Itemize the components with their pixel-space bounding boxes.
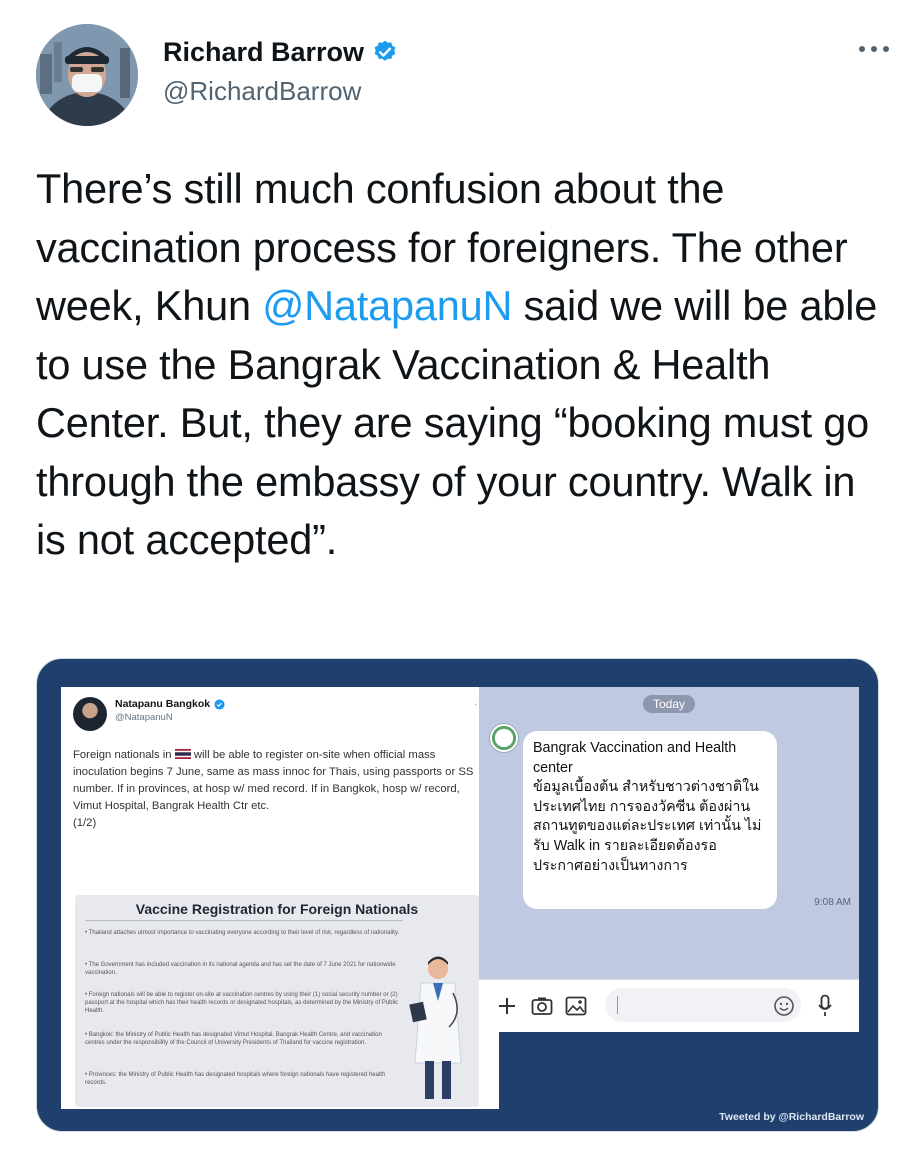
plus-icon[interactable]	[497, 996, 517, 1016]
infographic: Vaccine Registration for Foreign Nationa…	[75, 895, 479, 1107]
bubble-sender: Bangrak Vaccination and Health center	[533, 740, 737, 776]
image-icon[interactable]	[565, 996, 587, 1016]
embedded-handle: @NatapanuN	[115, 712, 173, 723]
more-horizontal-icon[interactable]	[852, 34, 896, 64]
infographic-bullet-5: • Provinces: the Ministry of Public Heal…	[85, 1072, 386, 1086]
infographic-bullet-3: • Foreign nationals will be able to regi…	[85, 992, 399, 1014]
chat-screenshot: Today Bangrak Vaccination and Health cen…	[479, 687, 859, 979]
infographic-bullet-1: • Thailand attaches utmost importance to…	[85, 930, 400, 936]
message-time: 9:08 AM	[814, 897, 851, 908]
embedded-name-row: Natapanu Bangkok	[115, 698, 225, 710]
infographic-bullet-4: • Bangkok: the Ministry of Public Health…	[85, 1032, 382, 1046]
thai-flag-icon	[174, 749, 191, 759]
mention-link[interactable]: @NatapanuN	[262, 282, 512, 329]
embedded-text-a: Foreign nationals in	[73, 749, 172, 761]
tweet-media-image[interactable]: Natapanu Bangkok @NatapanuN ··· Foreign …	[36, 658, 879, 1132]
verified-badge-icon	[374, 40, 396, 61]
embedded-avatar	[73, 697, 107, 731]
author-avatar[interactable]	[36, 24, 138, 126]
bubble-thai-message: ข้อมูลเบื้องต้น สำหรับชาวต่างชาติในประเท…	[533, 779, 762, 874]
tweet-text: There’s still much confusion about the v…	[36, 160, 896, 570]
author-names: Richard Barrow @RichardBarrow	[163, 36, 398, 107]
doctor-illustration-icon	[409, 956, 462, 1099]
camera-icon[interactable]	[531, 996, 553, 1016]
message-input[interactable]	[605, 988, 801, 1022]
chat-input-bar	[479, 979, 859, 1032]
date-pill: Today	[642, 695, 696, 713]
tweet-header: Richard Barrow @RichardBarrow	[36, 22, 896, 132]
embedded-page-indicator: (1/2)	[73, 817, 97, 829]
infographic-bullet-2: • The Government has included vaccinatio…	[85, 962, 396, 976]
embedded-tweet-screenshot: Natapanu Bangkok @NatapanuN ··· Foreign …	[61, 687, 499, 1109]
embedded-tweet-body: Foreign nationals in will be able to reg…	[73, 747, 485, 832]
text-cursor	[617, 996, 618, 1014]
author-display-name[interactable]: Richard Barrow	[163, 36, 364, 68]
emoji-icon[interactable]	[773, 995, 795, 1017]
user-avatar-icon	[36, 24, 138, 126]
infographic-title: Vaccine Registration for Foreign Nationa…	[135, 901, 419, 917]
sender-avatar	[489, 723, 519, 753]
author-handle[interactable]: @RichardBarrow	[163, 76, 398, 107]
embedded-verified-icon	[214, 698, 225, 710]
infographic-divider	[85, 920, 403, 921]
embedded-name: Natapanu Bangkok	[115, 698, 211, 710]
author-display-name-row[interactable]: Richard Barrow	[163, 36, 398, 68]
media-watermark: Tweeted by @RichardBarrow	[719, 1111, 864, 1123]
microphone-icon[interactable]	[817, 994, 833, 1018]
chat-bubble: Bangrak Vaccination and Health center ข้…	[523, 731, 777, 909]
